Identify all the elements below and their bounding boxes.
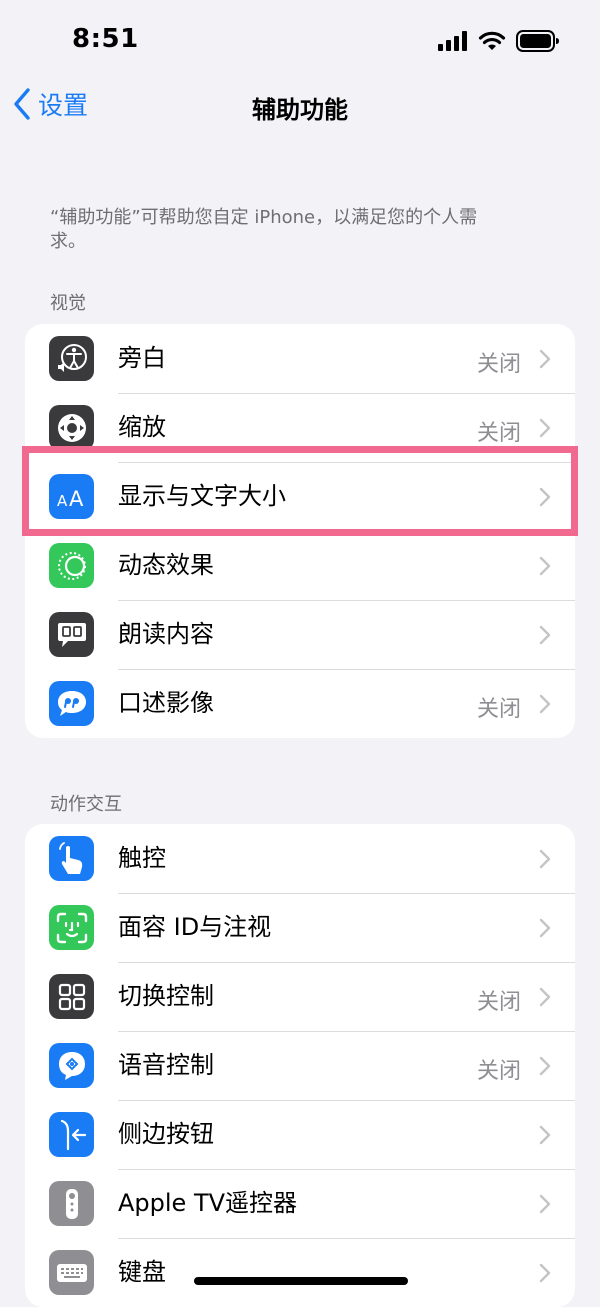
spoken-content-icon <box>49 612 94 657</box>
motion-icon <box>49 543 94 588</box>
settings-row-keyboards[interactable]: 键盘 <box>25 1238 575 1307</box>
zoom-icon <box>49 405 94 450</box>
settings-row-label: 旁白 <box>118 344 166 372</box>
audio-description-icon <box>49 681 94 726</box>
face-id-icon <box>49 905 94 950</box>
chevron-right-icon <box>539 556 551 576</box>
settings-row-audio-descriptions[interactable]: 口述影像 关闭 <box>25 669 575 738</box>
settings-group-physical-motor: 触控 面容 ID与注视 切换控制 关闭 语音控制 关闭 侧边按钮 Apple T… <box>25 824 575 1307</box>
chevron-right-icon <box>539 918 551 938</box>
settings-row-label: 切换控制 <box>118 982 214 1010</box>
chevron-right-icon <box>539 1194 551 1214</box>
status-icons <box>438 30 560 52</box>
chevron-right-icon <box>539 694 551 714</box>
settings-row-label: 显示与文字大小 <box>118 482 286 510</box>
wifi-icon <box>478 31 506 50</box>
settings-row-motion[interactable]: 动态效果 <box>25 531 575 600</box>
switch-control-icon <box>49 974 94 1019</box>
settings-row-label: 语音控制 <box>118 1051 214 1079</box>
settings-row-label: 触控 <box>118 844 166 872</box>
settings-row-voiceover[interactable]: 旁白 关闭 <box>25 324 575 393</box>
settings-row-label: 侧边按钮 <box>118 1120 214 1148</box>
keyboard-icon <box>49 1250 94 1295</box>
touch-icon <box>49 836 94 881</box>
settings-group-vision: 旁白 关闭 缩放 关闭 A A 显示与文字大小 动态效果 朗读内容 口述影像 关… <box>25 324 575 738</box>
settings-row-label: 口述影像 <box>118 689 214 717</box>
status-bar: 8:51 <box>0 0 600 80</box>
settings-row-label: Apple TV遥控器 <box>118 1189 298 1217</box>
settings-row-side-button[interactable]: 侧边按钮 <box>25 1100 575 1169</box>
chevron-right-icon <box>539 625 551 645</box>
settings-row-value: 关闭 <box>476 1059 521 1084</box>
chevron-right-icon <box>539 418 551 438</box>
text-size-icon: A A <box>49 474 94 519</box>
battery-icon <box>516 30 559 52</box>
settings-row-voice-control[interactable]: 语音控制 关闭 <box>25 1031 575 1100</box>
chevron-right-icon <box>539 1263 551 1283</box>
chevron-right-icon <box>539 1056 551 1076</box>
chevron-right-icon <box>539 849 551 869</box>
navigation-bar: 设置 辅助功能 <box>0 80 600 136</box>
page-title: 辅助功能 <box>252 96 348 124</box>
voice-control-icon <box>49 1043 94 1088</box>
svg-text:A: A <box>57 492 68 510</box>
settings-row-label: 动态效果 <box>118 551 214 579</box>
settings-row-label: 缩放 <box>118 413 166 441</box>
chevron-right-icon <box>539 987 551 1007</box>
chevron-right-icon <box>539 487 551 507</box>
voiceover-icon <box>49 336 94 381</box>
section-header-physical-motor: 动作交互 <box>50 794 122 815</box>
settings-row-value: 关闭 <box>476 352 521 377</box>
intro-description: “辅助功能”可帮助您自定 iPhone，以满足您的个人需求。 <box>50 207 478 252</box>
settings-row-value: 关闭 <box>476 421 521 446</box>
settings-row-face-id-attention[interactable]: 面容 ID与注视 <box>25 893 575 962</box>
settings-row-switch-control[interactable]: 切换控制 关闭 <box>25 962 575 1031</box>
settings-row-display-text-size[interactable]: A A 显示与文字大小 <box>25 462 575 531</box>
settings-row-label: 朗读内容 <box>118 620 214 648</box>
settings-row-apple-tv-remote[interactable]: Apple TV遥控器 <box>25 1169 575 1238</box>
status-time: 8:51 <box>72 24 139 54</box>
chevron-right-icon <box>539 349 551 369</box>
settings-row-value: 关闭 <box>476 990 521 1015</box>
settings-row-spoken-content[interactable]: 朗读内容 <box>25 600 575 669</box>
settings-row-label: 面容 ID与注视 <box>118 913 272 941</box>
chevron-right-icon <box>539 1125 551 1145</box>
cellular-signal-icon <box>438 31 467 51</box>
settings-row-value: 关闭 <box>476 697 521 722</box>
apple-tv-remote-icon <box>49 1181 94 1226</box>
side-button-icon <box>49 1112 94 1157</box>
svg-text:A: A <box>69 487 84 511</box>
home-indicator[interactable] <box>194 1277 408 1285</box>
settings-row-zoom[interactable]: 缩放 关闭 <box>25 393 575 462</box>
settings-row-touch[interactable]: 触控 <box>25 824 575 893</box>
settings-row-label: 键盘 <box>118 1258 166 1286</box>
section-header-vision: 视觉 <box>50 293 86 314</box>
